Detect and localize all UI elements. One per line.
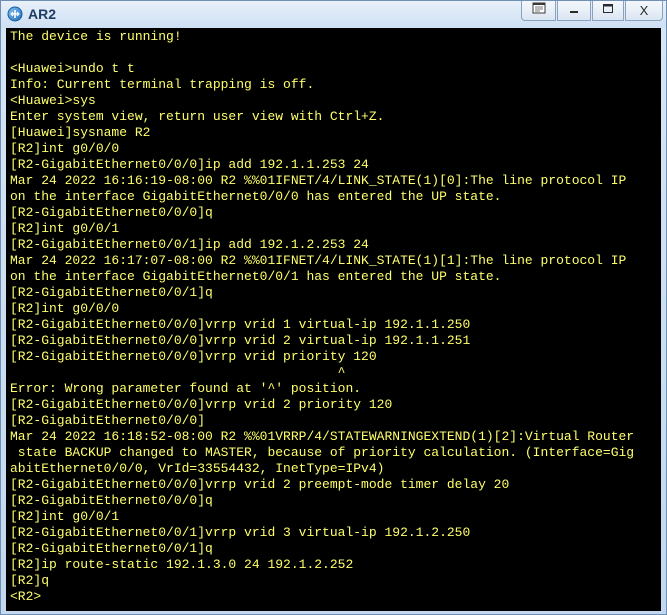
terminal-line: state BACKUP changed to MASTER, because … bbox=[10, 445, 635, 460]
terminal-line: Enter system view, return user view with… bbox=[10, 109, 385, 124]
terminal-line: Info: Current terminal trapping is off. bbox=[10, 77, 315, 92]
terminal-console[interactable]: The device is running! <Huawei>undo t t In… bbox=[6, 28, 661, 611]
terminal-line: [R2-GigabitEthernet0/0/0]vrrp vrid prior… bbox=[10, 349, 377, 364]
terminal-line: Mar 24 2022 16:18:52-08:00 R2 %%01VRRP/4… bbox=[10, 429, 635, 444]
terminal-line: <R2> bbox=[10, 589, 42, 604]
terminal-line: <Huawei>sys bbox=[10, 93, 96, 108]
terminal-line: <Huawei>undo t t bbox=[10, 61, 135, 76]
terminal-line: Error: Wrong parameter found at '^' posi… bbox=[10, 381, 362, 396]
maximize-icon bbox=[602, 2, 614, 20]
terminal-line: [R2]int g0/0/1 bbox=[10, 509, 120, 524]
router-app-icon bbox=[7, 6, 23, 22]
terminal-line: [R2-GigabitEthernet0/0/0]q bbox=[10, 205, 213, 220]
close-button[interactable]: X bbox=[625, 1, 663, 21]
terminal-line: abitEthernet0/0/0, VrId=33554432, InetTy… bbox=[10, 461, 385, 476]
terminal-output: The device is running! <Huawei>undo t t In… bbox=[6, 28, 661, 605]
terminal-line: [R2]ip route-static 192.1.3.0 24 192.1.2… bbox=[10, 557, 354, 572]
restore-button[interactable] bbox=[521, 1, 556, 21]
terminal-line: [R2-GigabitEthernet0/0/1]q bbox=[10, 541, 213, 556]
terminal-line: The device is running! bbox=[10, 29, 182, 44]
terminal-line: on the interface GigabitEthernet0/0/1 ha… bbox=[10, 269, 502, 284]
terminal-line: [R2]int g0/0/1 bbox=[10, 221, 120, 236]
terminal-line: [R2-GigabitEthernet0/0/0]vrrp vrid 2 vir… bbox=[10, 333, 471, 348]
minimize-icon bbox=[568, 2, 580, 20]
close-icon: X bbox=[639, 3, 649, 18]
terminal-line: [R2-GigabitEthernet0/0/1]q bbox=[10, 285, 213, 300]
terminal-line: [R2-GigabitEthernet0/0/0]vrrp vrid 2 pre… bbox=[10, 477, 510, 492]
terminal-line: ^ bbox=[10, 365, 346, 380]
terminal-line: [R2-GigabitEthernet0/0/0]vrrp vrid 1 vir… bbox=[10, 317, 471, 332]
terminal-line: [R2-GigabitEthernet0/0/0]vrrp vrid 2 pri… bbox=[10, 397, 393, 412]
maximize-button[interactable] bbox=[592, 1, 624, 21]
terminal-line: [Huawei]sysname R2 bbox=[10, 125, 151, 140]
terminal-line: Mar 24 2022 16:17:07-08:00 R2 %%01IFNET/… bbox=[10, 253, 627, 268]
terminal-line: [R2-GigabitEthernet0/0/0]q bbox=[10, 493, 213, 508]
terminal-line: on the interface GigabitEthernet0/0/0 ha… bbox=[10, 189, 502, 204]
terminal-line: [R2-GigabitEthernet0/0/0] bbox=[10, 413, 206, 428]
window-title: AR2 bbox=[28, 6, 57, 22]
terminal-line: [R2]q bbox=[10, 573, 50, 588]
title-bar[interactable]: AR2 X bbox=[1, 1, 666, 28]
restore-icon bbox=[531, 1, 547, 20]
terminal-line: [R2]int g0/0/0 bbox=[10, 141, 120, 156]
terminal-line: [R2-GigabitEthernet0/0/0]ip add 192.1.1.… bbox=[10, 157, 369, 172]
terminal-line: [R2-GigabitEthernet0/0/1]ip add 192.1.2.… bbox=[10, 237, 369, 252]
terminal-line: [R2-GigabitEthernet0/0/1]vrrp vrid 3 vir… bbox=[10, 525, 471, 540]
terminal-line: Mar 24 2022 16:16:19-08:00 R2 %%01IFNET/… bbox=[10, 173, 627, 188]
terminal-window: AR2 X The device is running! <Huawei>und… bbox=[0, 0, 667, 615]
terminal-line: [R2]int g0/0/0 bbox=[10, 301, 120, 316]
minimize-button[interactable] bbox=[557, 1, 591, 21]
